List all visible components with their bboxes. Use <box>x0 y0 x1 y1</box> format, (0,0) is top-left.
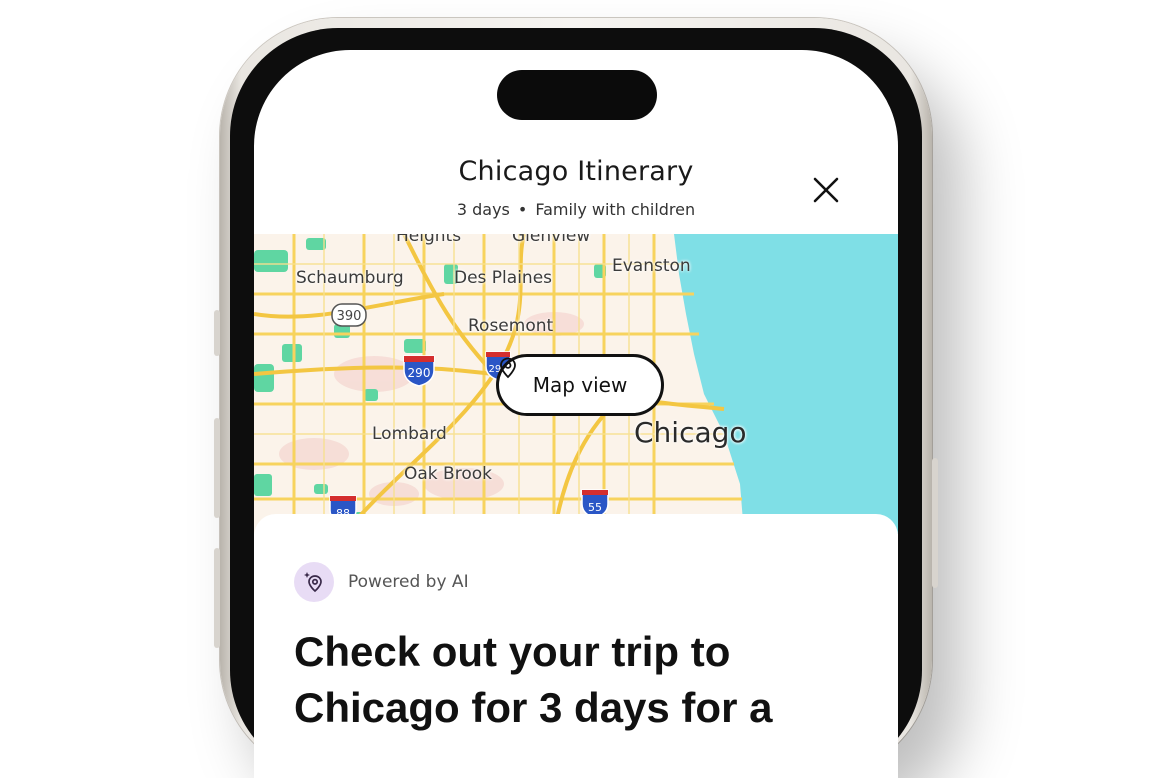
page-title: Chicago Itinerary <box>458 156 694 187</box>
volume-up-button <box>214 418 220 518</box>
map-label-chicago: Chicago <box>634 416 747 449</box>
shield-290: 290 <box>403 355 435 387</box>
map-view-label: Map view <box>532 373 628 397</box>
map-label-evanston: Evanston <box>612 256 691 276</box>
map-label-lombard: Lombard <box>372 424 447 444</box>
dynamic-island <box>497 70 657 120</box>
volume-down-button <box>214 548 220 648</box>
power-button <box>932 458 938 588</box>
powered-by-ai-label: Powered by AI <box>348 572 469 592</box>
shield-390: 390 <box>331 303 367 327</box>
map-view-button[interactable]: Map view <box>496 354 664 416</box>
lake-michigan <box>674 234 898 534</box>
trip-headline: Check out your trip to Chicago for 3 day… <box>294 628 773 731</box>
phone-screen: Chicago Itinerary 3 days • Family with chi… <box>254 50 898 778</box>
ai-badge <box>294 562 334 602</box>
itinerary-map[interactable]: 390 290 294 88 <box>254 234 898 534</box>
phone-bezel: Chicago Itinerary 3 days • Family with chi… <box>230 28 922 778</box>
close-icon <box>813 177 839 203</box>
map-label-glenview: Glenview <box>512 234 591 246</box>
location-pin-icon <box>500 357 516 379</box>
trip-duration: 3 days <box>456 200 510 219</box>
svg-text:390: 390 <box>337 309 362 324</box>
subtitle-separator: • <box>517 200 528 219</box>
map-label-oak-brook: Oak Brook <box>404 464 492 484</box>
phone-frame: Chicago Itinerary 3 days • Family with chi… <box>214 18 938 778</box>
map-label-schaumburg: Schaumburg <box>296 268 404 288</box>
close-button[interactable] <box>806 170 846 210</box>
action-button <box>214 310 220 356</box>
svg-text:55: 55 <box>588 501 602 514</box>
trip-audience: Family with children <box>535 200 696 219</box>
svg-text:290: 290 <box>408 366 431 380</box>
map-label-des-plaines: Des Plaines <box>454 268 553 288</box>
map-label-heights: Heights <box>396 234 462 246</box>
itinerary-card: Powered by AI Check out your trip to Chi… <box>254 514 898 778</box>
trip-subtitle: 3 days • Family with children <box>254 200 898 219</box>
ai-location-sparkle-icon <box>304 572 322 593</box>
map-label-rosemont: Rosemont <box>468 316 554 336</box>
powered-by-ai-row: Powered by AI <box>294 562 469 602</box>
